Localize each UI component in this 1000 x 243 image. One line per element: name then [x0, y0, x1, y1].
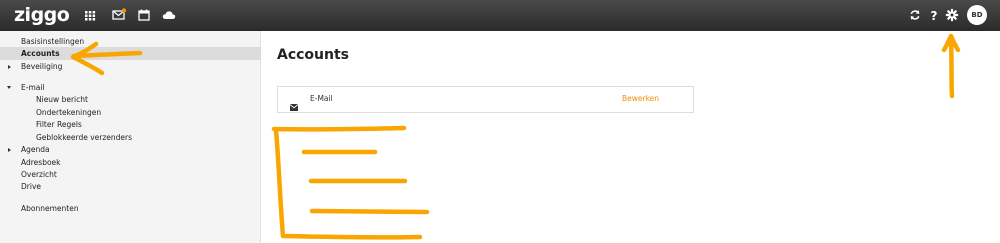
annotation-form-sketch — [271, 125, 430, 240]
refresh-icon[interactable] — [907, 7, 923, 23]
sidebar-item-label: Agenda — [21, 145, 50, 154]
caret-down-icon[interactable] — [7, 86, 11, 89]
apps-grid-icon[interactable] — [82, 7, 98, 23]
svg-text:?: ? — [931, 9, 938, 23]
sidebar-item-beveiliging[interactable]: Beveiliging — [0, 60, 261, 73]
mail-icon[interactable] — [111, 7, 127, 23]
sidebar-item-abonnementen[interactable]: Abonnementen — [0, 202, 261, 215]
gear-icon[interactable] — [944, 7, 960, 23]
sidebar-item-accounts[interactable]: Accounts — [0, 47, 261, 60]
calendar-icon[interactable] — [136, 7, 152, 23]
sidebar-item-label: Drive — [21, 182, 41, 191]
edit-account-link[interactable]: Bewerken — [622, 94, 659, 103]
sidebar-item-label: Accounts — [21, 49, 60, 58]
sidebar-item-label: Nieuw bericht — [36, 95, 88, 104]
caret-right-icon[interactable] — [8, 65, 11, 69]
mail-notification-dot — [121, 8, 127, 13]
sidebar-item-label: Beveiliging — [21, 62, 63, 71]
account-row: E-Mail Bewerken — [277, 86, 694, 113]
avatar[interactable]: BD — [967, 5, 987, 25]
sidebar-item-agenda[interactable]: Agenda — [0, 143, 261, 156]
sidebar-item-label: Filter Regels — [36, 120, 82, 129]
annotation-arrow-up — [941, 33, 961, 99]
app-window: ziggo ? BD Basisinstellingen Accounts Be… — [0, 0, 1000, 243]
page-title: Accounts — [277, 47, 350, 63]
sidebar-item-filter-regels[interactable]: Filter Regels — [0, 118, 261, 131]
sidebar-item-drive[interactable]: Drive — [0, 180, 261, 193]
top-bar: ziggo ? BD — [0, 0, 1000, 31]
avatar-initials: BD — [971, 11, 983, 19]
ziggo-logo[interactable]: ziggo — [14, 4, 70, 26]
sidebar-item-label: Abonnementen — [21, 204, 79, 213]
account-name: E-Mail — [310, 94, 333, 103]
cloud-icon[interactable] — [161, 7, 177, 23]
help-icon[interactable]: ? — [926, 7, 942, 23]
sidebar-item-nieuw-bericht[interactable]: Nieuw bericht — [0, 93, 261, 106]
envelope-icon — [289, 96, 299, 115]
caret-right-icon[interactable] — [8, 148, 11, 152]
